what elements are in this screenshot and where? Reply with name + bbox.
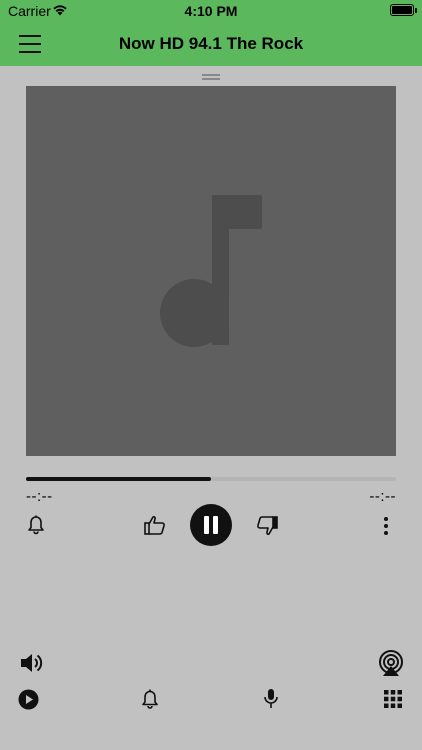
- playback-progress-bar[interactable]: [26, 477, 396, 481]
- progress-fill: [26, 477, 211, 481]
- station-title: Now HD 94.1 The Rock: [118, 34, 304, 53]
- grid-icon[interactable]: [384, 690, 402, 708]
- airplay-icon[interactable]: [378, 650, 404, 676]
- speaker-volume-icon[interactable]: [19, 651, 45, 675]
- nav-bar: Now HD 94.1 The Rock: [0, 22, 422, 66]
- more-vertical-icon[interactable]: [380, 516, 392, 536]
- status-bar: Carrier 4:10 PM: [0, 0, 422, 22]
- pause-icon: [204, 516, 218, 534]
- album-artwork: [26, 86, 396, 456]
- bell-icon[interactable]: [27, 515, 45, 535]
- app-screen: Carrier 4:10 PM Now HD 94.1 The Rock --:…: [0, 0, 422, 750]
- battery-fill: [392, 6, 412, 14]
- remaining-time: --:--: [369, 488, 396, 505]
- bell-icon[interactable]: [141, 689, 159, 710]
- microphone-icon[interactable]: [263, 688, 279, 710]
- status-time: 4:10 PM: [184, 3, 238, 19]
- battery-icon: [390, 4, 417, 16]
- music-note-icon: [160, 195, 262, 347]
- pause-button[interactable]: [190, 504, 232, 546]
- thumbs-up-icon[interactable]: [144, 515, 166, 535]
- drag-handle-icon[interactable]: [202, 73, 220, 81]
- play-circle-icon[interactable]: [18, 689, 39, 710]
- thumbs-down-icon[interactable]: [256, 516, 278, 536]
- elapsed-time: --:--: [26, 488, 53, 505]
